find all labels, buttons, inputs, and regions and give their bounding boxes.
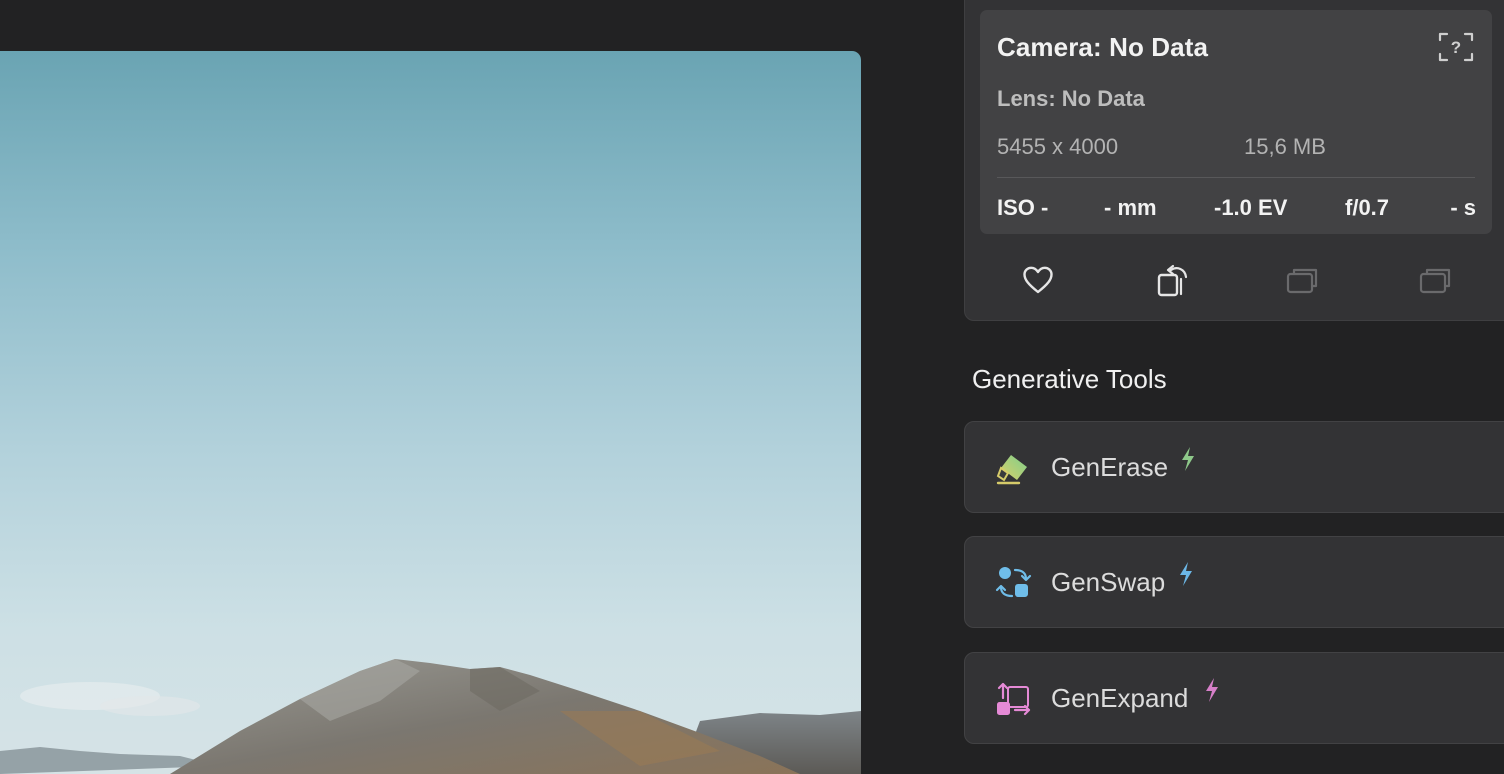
swap-icon [995, 564, 1033, 602]
lightning-bolt-icon [1203, 677, 1221, 703]
stacked-frames-icon [1419, 268, 1451, 294]
stack-previous-button[interactable] [1279, 258, 1323, 302]
lightning-bolt-icon [1179, 446, 1197, 472]
divider [997, 177, 1475, 178]
expand-icon [995, 680, 1033, 718]
heart-icon [1023, 266, 1053, 294]
exif-aperture: f/0.7 [1345, 195, 1390, 220]
lens-label: Lens: No Data [997, 86, 1145, 111]
exif-exposure: -1.0 EV [1214, 195, 1288, 220]
image-dimensions: 5455 x 4000 [997, 134, 1119, 159]
question-mark-box-icon[interactable]: ? [1438, 32, 1474, 62]
genexpand-button[interactable]: GenExpand [964, 652, 1504, 744]
landscape-image [0, 659, 861, 774]
eraser-icon [995, 449, 1033, 487]
favorite-button[interactable] [1016, 258, 1060, 302]
file-size: 15,6 MB [1244, 134, 1326, 159]
stacked-frames-icon [1286, 268, 1318, 294]
genexpand-label: GenExpand [1051, 683, 1189, 713]
svg-text:?: ? [1451, 38, 1461, 57]
stack-next-button[interactable] [1412, 258, 1456, 302]
photo-preview[interactable] [0, 51, 861, 774]
section-title-generative-tools: Generative Tools [972, 364, 1167, 394]
exif-focal-length: - mm [1104, 195, 1157, 220]
app-window: Camera: No Data ? Lens: No Data 5455 x 4… [0, 0, 1504, 774]
rotate-icon [1157, 264, 1188, 297]
lightning-bolt-icon [1177, 561, 1195, 587]
generase-label: GenErase [1051, 452, 1169, 482]
genswap-label: GenSwap [1051, 567, 1166, 597]
metadata-card: Camera: No Data ? Lens: No Data 5455 x 4… [980, 10, 1492, 234]
rotate-button[interactable] [1151, 258, 1195, 302]
camera-label: Camera: No Data [997, 32, 1209, 62]
genswap-button[interactable]: GenSwap [964, 536, 1504, 628]
exif-shutter: - s [1450, 195, 1476, 220]
generase-button[interactable]: GenErase [964, 421, 1504, 513]
exif-iso: ISO - [997, 195, 1049, 220]
